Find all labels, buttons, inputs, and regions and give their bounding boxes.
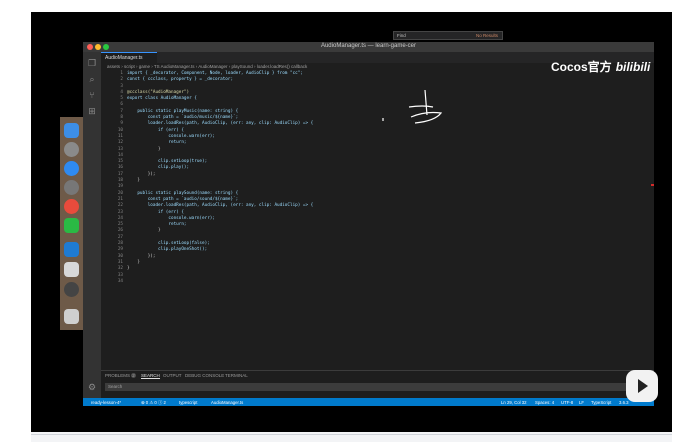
window-title: AudioManager.ts — learn-game-cer xyxy=(320,43,417,49)
language-mode[interactable]: TypeScript xyxy=(591,400,611,405)
line-ending[interactable]: LF xyxy=(579,400,584,405)
line-number: 34 xyxy=(117,278,123,284)
trash-icon[interactable] xyxy=(64,309,79,324)
player-bottom-bar xyxy=(31,432,672,442)
annotation-stroke xyxy=(408,105,434,108)
problems-indicator[interactable]: ⊗ 0 ⚠ 0 ⓘ 2 xyxy=(141,400,166,406)
activity-bar: ❐ ⌕ ⑂ ⊞ ⚙ xyxy=(83,52,101,398)
cursor-position[interactable]: Ln 29, Col 32 xyxy=(501,400,527,405)
title-bar: AudioManager.ts — learn-game-cer xyxy=(83,42,654,52)
play-icon xyxy=(638,379,648,393)
search-icon[interactable]: ⌕ xyxy=(87,74,97,84)
progress-marker xyxy=(651,184,654,186)
status-bar: ready-lesson-4* ⊗ 0 ⚠ 0 ⓘ 2 typescript A… xyxy=(83,398,654,406)
tab-output[interactable]: OUTPUT xyxy=(163,373,182,378)
tab-problems[interactable]: PROBLEMS 2 xyxy=(105,373,136,378)
branch-indicator[interactable]: ready-lesson-4* xyxy=(91,400,121,405)
problems-badge: 2 xyxy=(131,373,136,378)
find-widget[interactable]: Find No Results xyxy=(393,31,503,40)
finder-icon[interactable] xyxy=(64,123,79,138)
bottom-panel: PROBLEMS 2 SEARCH OUTPUT DEBUG CONSOLE T… xyxy=(101,370,654,398)
source-control-icon[interactable]: ⑂ xyxy=(87,90,97,100)
watermark-site: bilibili xyxy=(615,60,651,74)
files-icon[interactable]: ❐ xyxy=(87,58,97,68)
extensions-icon[interactable]: ⊞ xyxy=(87,106,97,116)
tab-search[interactable]: SEARCH xyxy=(141,373,160,379)
safari-icon[interactable] xyxy=(64,161,79,176)
tab-audiomanager[interactable]: AudioManager.ts xyxy=(101,52,157,63)
watermark-brand: Cocos官方 xyxy=(551,60,612,74)
annotation-stroke xyxy=(424,89,428,116)
code-line[interactable] xyxy=(127,279,654,285)
annotation-stroke xyxy=(410,111,443,124)
line-numbers: 1 2 3 4 5 6 7 8 9 10 11 12 13 14 15 16 17 18 19 20 21 22 23 24 2… xyxy=(101,71,123,285)
launchpad-icon[interactable] xyxy=(64,142,79,157)
cocos-creator-icon[interactable] xyxy=(64,282,79,297)
find-result: No Results xyxy=(475,33,498,38)
chrome-icon[interactable] xyxy=(64,199,79,214)
indentation[interactable]: Spaces: 4 xyxy=(535,400,554,405)
handwritten-annotation xyxy=(382,89,443,124)
tab-terminal[interactable]: TERMINAL xyxy=(225,373,248,378)
macos-dock xyxy=(60,117,83,330)
file-indicator[interactable]: AudioManager.ts xyxy=(211,400,243,405)
vscode-icon[interactable] xyxy=(64,242,79,257)
vscode-window: AudioManager.ts — learn-game-cer ❐ ⌕ ⑂ ⊞… xyxy=(83,42,654,406)
search-input[interactable]: Search xyxy=(105,383,650,391)
tab-label: AudioManager.ts xyxy=(105,55,143,61)
language-indicator-left[interactable]: typescript xyxy=(179,400,197,405)
tab-debug-console[interactable]: DEBUG CONSOLE xyxy=(185,373,224,378)
ts-version[interactable]: 3.6.3 xyxy=(619,400,629,405)
encoding[interactable]: UTF-8 xyxy=(561,400,573,405)
find-label: Find xyxy=(397,33,406,38)
play-button[interactable] xyxy=(626,370,658,402)
system-preferences-icon[interactable] xyxy=(64,180,79,195)
watermark: Cocos官方 bilibili xyxy=(551,58,650,75)
gear-icon[interactable]: ⚙ xyxy=(87,382,97,392)
preview-icon[interactable] xyxy=(64,262,79,277)
wechat-icon[interactable] xyxy=(64,218,79,233)
